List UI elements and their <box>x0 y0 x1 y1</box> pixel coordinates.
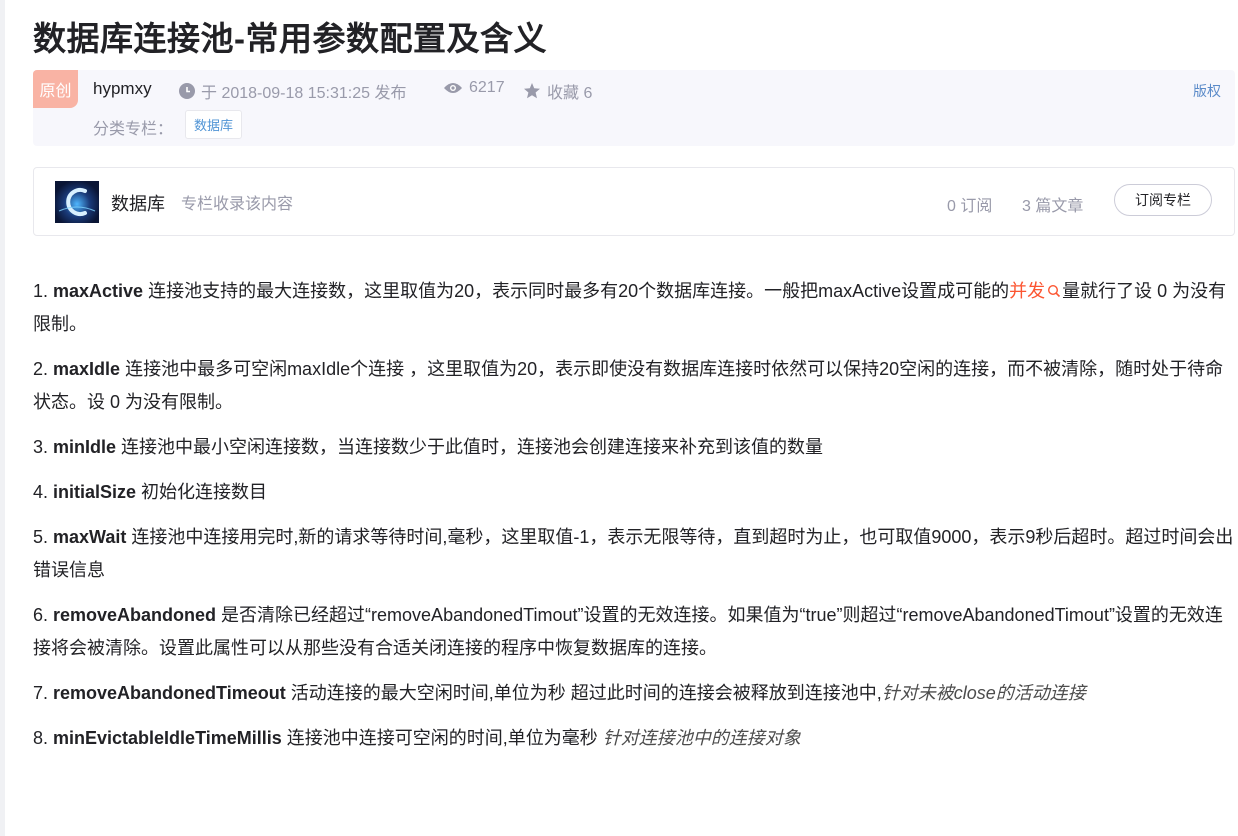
param-key: maxIdle <box>53 359 121 379</box>
column-name[interactable]: 数据库 <box>111 190 165 216</box>
copyright-link[interactable]: 版权 <box>1193 81 1221 101</box>
param-number: 6. <box>33 605 54 625</box>
column-avatar[interactable] <box>55 181 99 223</box>
param-key: maxActive <box>53 281 144 301</box>
column-desc: 专栏收录该内容 <box>181 196 294 213</box>
eye-icon <box>444 83 462 93</box>
param-item: 4. initialSize 初始化连接数目 <box>33 476 1238 509</box>
category-tag[interactable]: 数据库 <box>185 110 243 139</box>
author-link[interactable]: hypmxy <box>93 79 152 99</box>
param-desc: 连接池中最小空闲连接数，当连接数少于此值时，连接池会创建连接来补充到该值的数量 <box>116 437 824 457</box>
param-item: 1. maxActive 连接池支持的最大连接数，这里取值为20，表示同时最多有… <box>33 275 1238 341</box>
article-meta: 原创 hypmxy 于 2018-09-18 15:31:25 发布 6217 … <box>33 70 1235 146</box>
favorite-button[interactable]: 收藏 6 <box>523 79 592 103</box>
param-number: 2. <box>33 359 54 379</box>
subscribe-column-button[interactable]: 订阅专栏 <box>1114 184 1212 216</box>
param-note: 针对未被close的活动连接 <box>881 683 1086 703</box>
param-key: minEvictableIdleTimeMillis <box>53 728 282 748</box>
param-number: 7. <box>33 683 54 703</box>
original-badge: 原创 <box>33 70 78 108</box>
param-item: 8. minEvictableIdleTimeMillis 连接池中连接可空闲的… <box>33 722 1238 755</box>
column-subscriptions: 0 订阅 <box>947 198 993 215</box>
param-item: 6. removeAbandoned 是否清除已经超过“removeAbando… <box>33 599 1238 665</box>
keyword-link[interactable]: 并发 <box>1009 281 1062 301</box>
param-item: 5. maxWait 连接池中连接用完时,新的请求等待时间,毫秒，这里取值-1，… <box>33 521 1238 587</box>
param-key: minIdle <box>53 437 117 457</box>
column-card: 数据库 专栏收录该内容 0 订阅 3 篇文章 订阅专栏 <box>33 167 1235 236</box>
param-desc: 连接池支持的最大连接数，这里取值为20，表示同时最多有20个数据库连接。一般把m… <box>143 281 1010 301</box>
view-count-value: 6217 <box>469 79 505 96</box>
article-content: 1. maxActive 连接池支持的最大连接数，这里取值为20，表示同时最多有… <box>33 275 1238 767</box>
param-note: 针对连接池中的连接对象 <box>602 728 801 748</box>
column-logo-icon <box>58 188 96 216</box>
param-number: 1. <box>33 281 54 301</box>
param-key: initialSize <box>53 482 137 502</box>
article-title: 数据库连接池-常用参数配置及含义 <box>33 20 547 57</box>
param-desc: 初始化连接数目 <box>136 482 268 502</box>
param-desc: 连接池中连接用完时,新的请求等待时间,毫秒，这里取值-1，表示无限等待，直到超时… <box>33 527 1234 580</box>
param-number: 8. <box>33 728 54 748</box>
param-item: 2. maxIdle 连接池中最多可空闲maxIdle个连接 ，这里取值为20，… <box>33 353 1238 419</box>
param-item: 3. minIdle 连接池中最小空闲连接数，当连接数少于此值时，连接池会创建连… <box>33 431 1238 464</box>
param-number: 4. <box>33 482 54 502</box>
param-desc: 连接池中最多可空闲maxIdle个连接 ，这里取值为20，表示即使没有数据库连接… <box>33 359 1224 412</box>
param-number: 3. <box>33 437 54 457</box>
clock-icon <box>179 83 195 99</box>
param-item: 7. removeAbandonedTimeout 活动连接的最大空闲时间,单位… <box>33 677 1238 710</box>
column-articles: 3 篇文章 <box>1022 198 1084 215</box>
param-number: 5. <box>33 527 54 547</box>
category-label: 分类专栏： <box>93 121 174 138</box>
favorite-count: 收藏 6 <box>547 85 593 102</box>
keyword-text: 并发 <box>1009 281 1046 301</box>
publish-time: 于 2018-09-18 15:31:25 发布 <box>201 85 407 102</box>
param-key: removeAbandoned <box>53 605 217 625</box>
search-icon <box>1048 284 1061 298</box>
param-desc: 活动连接的最大空闲时间,单位为秒 超过此时间的连接会被释放到连接池中, <box>285 683 882 703</box>
star-icon <box>524 83 540 99</box>
publish-info: 于 2018-09-18 15:31:25 发布 <box>179 79 406 103</box>
view-count: 6217 <box>443 79 505 97</box>
param-desc: 连接池中连接可空闲的时间,单位为毫秒 <box>281 728 603 748</box>
param-key: removeAbandonedTimeout <box>53 683 286 703</box>
page-left-edge <box>0 0 5 836</box>
param-key: maxWait <box>53 527 127 547</box>
